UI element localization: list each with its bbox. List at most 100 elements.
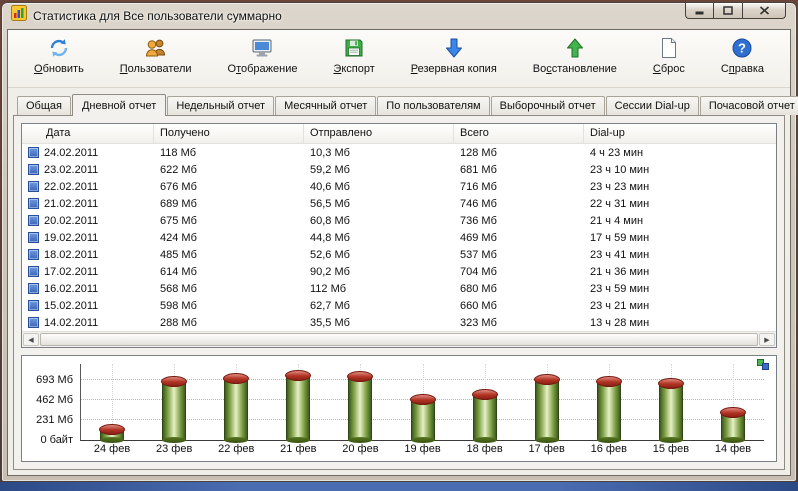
- title-bar[interactable]: Статистика для Все пользователи суммарно: [2, 3, 796, 28]
- day-icon: [28, 232, 39, 243]
- cell-total: 323 Мб: [460, 316, 497, 329]
- column-header-dialup[interactable]: Dial-up: [584, 124, 776, 143]
- monitor-icon: [250, 36, 274, 60]
- cell-sent: 60,8 Мб: [310, 214, 350, 227]
- display-button[interactable]: Отображение: [222, 35, 304, 85]
- table-row[interactable]: 23.02.2011 622 Мб 59,2 Мб 681 Мб 23 ч 10 мин: [22, 161, 776, 178]
- table-row[interactable]: 14.02.2011 288 Мб 35,5 Мб 323 Мб 13 ч 28 мин: [22, 314, 776, 331]
- reset-button[interactable]: Сброс: [647, 35, 691, 85]
- cell-date: 17.02.2011: [22, 266, 154, 278]
- restore-button[interactable]: Восстановление: [527, 35, 623, 85]
- cell-received: 424 Мб: [160, 231, 197, 244]
- tab-weekly-report[interactable]: Недельный отчет: [167, 96, 275, 115]
- traffic-table: Дата Получено Отправлено Всего Dial-up 2…: [21, 123, 777, 348]
- day-icon: [28, 283, 39, 294]
- cell-dialup: 4 ч 23 мин: [590, 146, 644, 159]
- cell-date: 16.02.2011: [22, 283, 154, 295]
- table-row[interactable]: 19.02.2011 424 Мб 44,8 Мб 469 Мб 17 ч 59 мин: [22, 229, 776, 246]
- table-row[interactable]: 18.02.2011 485 Мб 52,6 Мб 537 Мб 23 ч 41 мин: [22, 246, 776, 263]
- table-header: Дата Получено Отправлено Всего Dial-up: [22, 124, 776, 144]
- chart-legend-icon[interactable]: [757, 359, 771, 372]
- horizontal-scrollbar[interactable]: ◀ ▶: [22, 331, 776, 347]
- y-axis-tick-label: 693 Мб: [36, 374, 73, 386]
- cell-date: 18.02.2011: [22, 249, 154, 261]
- refresh-label: Обновить: [34, 63, 84, 75]
- chart-plot: 693 Мб 462 Мб 231 Мб 0 байт 24 фев 23 фев 22 ф…: [36, 364, 764, 455]
- close-button[interactable]: [743, 3, 786, 19]
- chart-bar: [595, 376, 622, 443]
- table-row[interactable]: 17.02.2011 614 Мб 90,2 Мб 704 Мб 21 ч 36 мин: [22, 263, 776, 280]
- users-button[interactable]: Пользователи: [114, 35, 198, 85]
- help-button[interactable]: ? Справка: [715, 35, 770, 85]
- scroll-left-arrow[interactable]: ◀: [23, 333, 39, 346]
- cell-total: 469 Мб: [460, 231, 497, 244]
- cell-sent: 52,6 Мб: [310, 248, 350, 261]
- scroll-thumb[interactable]: [40, 333, 758, 346]
- traffic-chart: 693 Мб 462 Мб 231 Мб 0 байт 24 фев 23 фев 22 ф…: [21, 355, 777, 462]
- cell-received: 598 Мб: [160, 299, 197, 312]
- backup-button[interactable]: Резервная копия: [405, 35, 503, 85]
- cell-sent: 44,8 Мб: [310, 231, 350, 244]
- table-row[interactable]: 15.02.2011 598 Мб 62,7 Мб 660 Мб 23 ч 21 мин: [22, 297, 776, 314]
- refresh-button[interactable]: Обновить: [28, 35, 90, 85]
- chart-bar: [409, 394, 436, 443]
- chart-bar: [285, 370, 312, 443]
- cell-received: 622 Мб: [160, 163, 197, 176]
- column-header-date[interactable]: Дата: [22, 124, 154, 143]
- cell-received: 568 Мб: [160, 282, 197, 295]
- cell-sent: 40,6 Мб: [310, 180, 350, 193]
- cell-total: 704 Мб: [460, 265, 497, 278]
- tab-bar: Общая Дневной отчет Недельный отчет Меся…: [8, 88, 798, 116]
- tab-by-users[interactable]: По пользователям: [377, 96, 490, 115]
- day-icon: [28, 215, 39, 226]
- daily-report-panel: Дата Получено Отправлено Всего Dial-up 2…: [13, 115, 785, 470]
- cell-sent: 62,7 Мб: [310, 299, 350, 312]
- arrow-up-icon: [563, 36, 587, 60]
- cell-total: 128 Мб: [460, 146, 497, 159]
- scroll-right-arrow[interactable]: ▶: [759, 333, 775, 346]
- table-row[interactable]: 20.02.2011 675 Мб 60,8 Мб 736 Мб 21 ч 4 мин: [22, 212, 776, 229]
- table-row[interactable]: 22.02.2011 676 Мб 40,6 Мб 716 Мб 23 ч 23 мин: [22, 178, 776, 195]
- cell-dialup: 23 ч 23 мин: [590, 180, 650, 193]
- maximize-button[interactable]: [714, 3, 743, 19]
- table-row[interactable]: 16.02.2011 568 Мб 112 Мб 680 Мб 23 ч 59 мин: [22, 280, 776, 297]
- day-icon: [28, 266, 39, 277]
- chart-bar: [533, 374, 560, 443]
- chart-slot: 24 фев: [81, 364, 143, 455]
- table-row[interactable]: 24.02.2011 118 Мб 10,3 Мб 128 Мб 4 ч 23 мин: [22, 144, 776, 161]
- tab-daily-report[interactable]: Дневной отчет: [71, 94, 167, 116]
- x-axis-tick-label: 14 фев: [714, 443, 752, 455]
- table-row[interactable]: 21.02.2011 689 Мб 56,5 Мб 746 Мб 22 ч 31 мин: [22, 195, 776, 212]
- cell-sent: 35,5 Мб: [310, 316, 350, 329]
- tab-dialup-sessions[interactable]: Сессии Dial-up: [605, 96, 699, 115]
- app-window: Статистика для Все пользователи суммарно: [1, 2, 798, 482]
- cell-date: 14.02.2011: [22, 317, 154, 329]
- tab-custom-report[interactable]: Выборочный отчет: [490, 96, 605, 115]
- column-header-sent[interactable]: Отправлено: [304, 124, 454, 143]
- chart-slot: 15 фев: [640, 364, 702, 455]
- display-label: Отображение: [227, 63, 298, 75]
- cell-total: 660 Мб: [460, 299, 497, 312]
- cell-dialup: 23 ч 21 мин: [590, 299, 650, 312]
- tab-monthly-report[interactable]: Месячный отчет: [275, 96, 377, 115]
- cell-sent: 59,2 Мб: [310, 163, 350, 176]
- cell-total: 736 Мб: [460, 214, 497, 227]
- desktop-wallpaper-strip: [0, 482, 798, 491]
- export-button[interactable]: Экспорт: [327, 35, 380, 85]
- tab-general[interactable]: Общая: [17, 96, 71, 115]
- reset-label: Сброс: [652, 63, 685, 75]
- day-icon: [28, 181, 39, 192]
- tab-hourly-report[interactable]: Почасовой отчет: [699, 96, 798, 115]
- column-header-total[interactable]: Всего: [454, 124, 584, 143]
- save-disk-icon: [342, 36, 366, 60]
- chart-bar: [471, 389, 498, 443]
- cell-date: 21.02.2011: [22, 198, 154, 210]
- cell-dialup: 21 ч 4 мин: [590, 214, 644, 227]
- day-icon: [28, 300, 39, 311]
- cell-received: 614 Мб: [160, 265, 197, 278]
- minimize-button[interactable]: [685, 3, 714, 19]
- cell-date: 20.02.2011: [22, 215, 154, 227]
- cell-total: 716 Мб: [460, 180, 497, 193]
- column-header-received[interactable]: Получено: [154, 124, 304, 143]
- cell-total: 681 Мб: [460, 163, 497, 176]
